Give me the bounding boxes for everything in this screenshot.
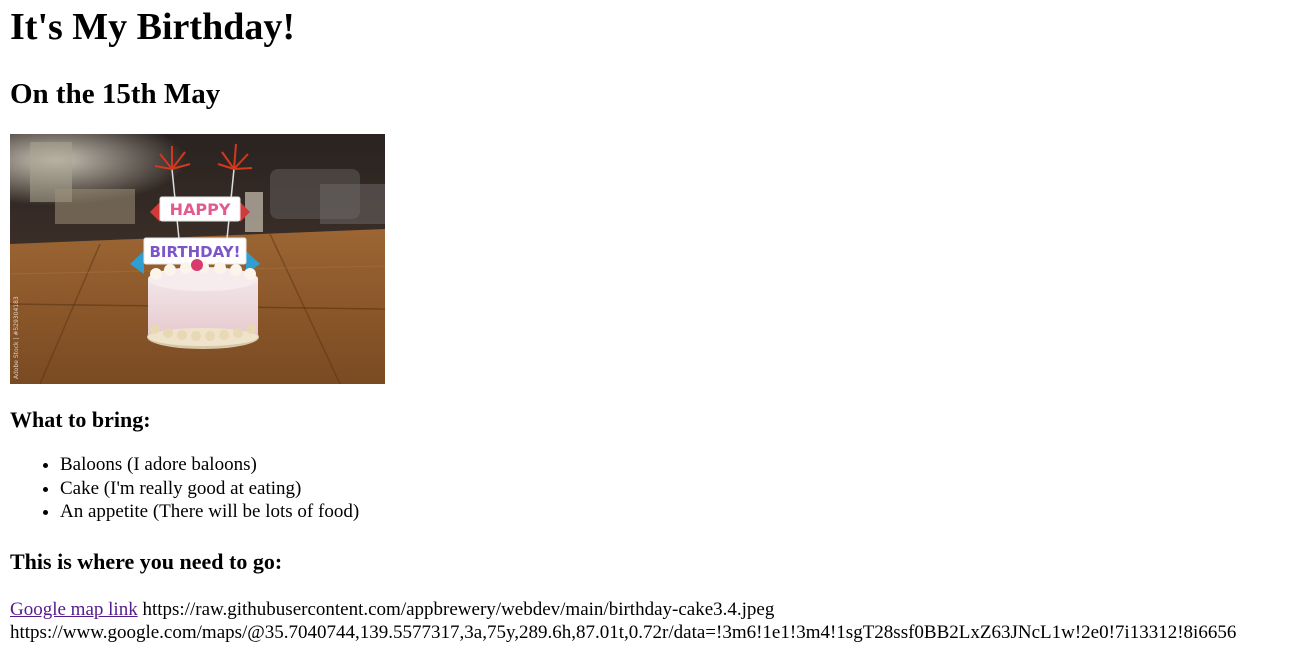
topper-bottom-text: BIRTHDAY! — [149, 243, 240, 261]
bring-heading: What to bring: — [10, 407, 151, 433]
birthday-cake-image: HAPPY BIRTHDAY! Adobe Stock | #529304183 — [10, 134, 385, 385]
maps-url-text: https://www.google.com/maps/@35.7040744,… — [10, 622, 1237, 644]
list-item: An appetite (There will be lots of food) — [60, 500, 1298, 524]
topper-top-text: HAPPY — [170, 200, 231, 219]
bring-list: Baloons (I adore baloons) Cake (I'm real… — [10, 453, 1298, 524]
image-url-text: https://raw.githubusercontent.com/appbre… — [142, 599, 775, 621]
list-item: Cake (I'm really good at eating) — [60, 477, 1298, 501]
image-watermark: Adobe Stock | #529304183 — [13, 296, 20, 379]
google-map-link[interactable]: Google map link — [10, 599, 138, 620]
page-title: It's My Birthday! — [10, 6, 295, 48]
where-heading: This is where you need to go: — [10, 548, 283, 574]
location-paragraph: Google map link https://raw.githubuserco… — [10, 598, 1298, 644]
list-item: Baloons (I adore baloons) — [60, 453, 1298, 477]
page-subtitle: On the 15th May — [10, 77, 221, 110]
